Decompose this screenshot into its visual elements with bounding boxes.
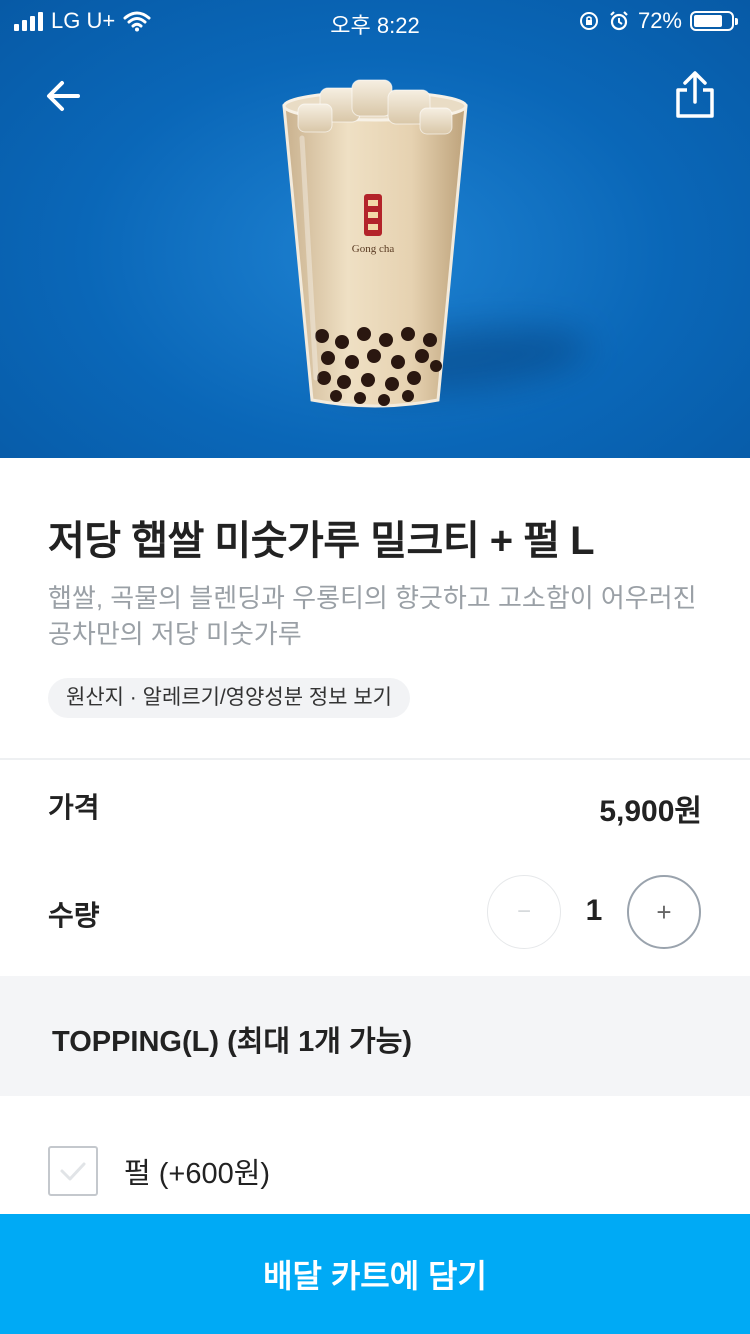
plus-icon: +: [656, 896, 672, 927]
topping-option-label: 펄 (+600원): [124, 1158, 271, 1190]
topping-option-pearl[interactable]: 펄 (+600원): [48, 1146, 270, 1196]
alarm-icon: [610, 11, 628, 31]
status-bar: LG U+ 오후 8:22 72%: [0, 0, 750, 44]
cup-logo-text: Gong cha: [352, 243, 395, 255]
price-value: 5,900원: [599, 795, 702, 828]
quantity-label: 수량: [48, 900, 100, 931]
bubble-tea-cup-image: Gong cha: [282, 79, 468, 408]
quantity-value: 1: [585, 894, 603, 927]
product-title: 저당 햅쌀 미숫가루 밀크티 + 펄 L: [48, 519, 595, 563]
topping-checkbox[interactable]: [48, 1146, 98, 1196]
quantity-increase-button[interactable]: +: [627, 875, 701, 949]
back-button[interactable]: [42, 74, 86, 118]
battery-icon: [690, 11, 738, 31]
share-button[interactable]: [670, 70, 720, 120]
product-hero-image: LG U+ 오후 8:22 72% Gong cha: [0, 0, 750, 458]
topping-section-title: TOPPING(L) (최대 1개 가능): [52, 1026, 413, 1058]
price-label: 가격: [48, 792, 100, 823]
divider: [0, 758, 750, 760]
back-arrow-icon: [47, 81, 80, 111]
add-to-delivery-cart-button[interactable]: 배달 카트에 담기: [0, 1214, 750, 1334]
rotation-lock-icon: [579, 12, 598, 30]
quantity-decrease-button[interactable]: −: [487, 875, 561, 949]
origin-allergy-info-link[interactable]: 원산지 · 알레르기/영양성분 정보 보기: [48, 678, 410, 718]
minus-icon: −: [516, 898, 531, 925]
product-description: 햅쌀, 곡물의 블렌딩과 우롱티의 향긋하고 고소함이 어우러진 공차만의 저당…: [48, 583, 697, 649]
share-icon: [676, 71, 714, 118]
battery-percent: 72%: [637, 8, 682, 33]
check-icon: [60, 1162, 86, 1181]
